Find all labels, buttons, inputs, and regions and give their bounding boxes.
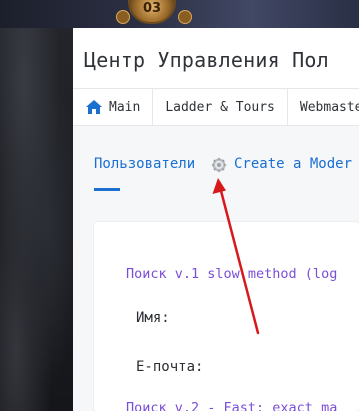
nav-item-label: Ladder & Tours <box>165 99 275 115</box>
gear-icon[interactable] <box>211 157 227 173</box>
background-artwork <box>0 0 80 411</box>
search-v1-title: Поиск v.1 slow method (log <box>126 266 338 282</box>
nav-item-webmaster[interactable]: Webmaste <box>288 89 359 125</box>
nav-item-label: Main <box>109 99 141 115</box>
nav-item-label: Webmaste <box>299 99 359 115</box>
control-panel: Центр Управления Пол Main Ladder & Tours… <box>73 28 359 411</box>
page-title: Центр Управления Пол <box>84 48 329 72</box>
banner-ornament <box>116 10 130 24</box>
nav-item-main[interactable]: Main <box>73 89 154 125</box>
banner-ornament <box>178 10 192 24</box>
email-field-label: E-почта: <box>136 359 204 375</box>
tab-create-moderator[interactable]: Create a Moder <box>234 156 352 172</box>
banner-badge: 03 <box>128 0 176 24</box>
name-field-label: Имя: <box>136 310 170 326</box>
active-tab-indicator <box>94 188 120 191</box>
top-banner: 03 <box>0 0 359 28</box>
search-card: Поиск v.1 slow method (log Имя: E-почта:… <box>94 222 359 411</box>
top-navigation: Main Ladder & Tours Webmaste <box>73 88 359 126</box>
search-v2-title: Поиск v.2 - Fast; exact ma <box>126 400 338 411</box>
tab-users[interactable]: Пользователи <box>94 156 195 172</box>
home-icon <box>86 100 102 114</box>
nav-item-ladder-tours[interactable]: Ladder & Tours <box>153 89 288 125</box>
tab-bar: Пользователи Create a Moder <box>73 126 359 192</box>
